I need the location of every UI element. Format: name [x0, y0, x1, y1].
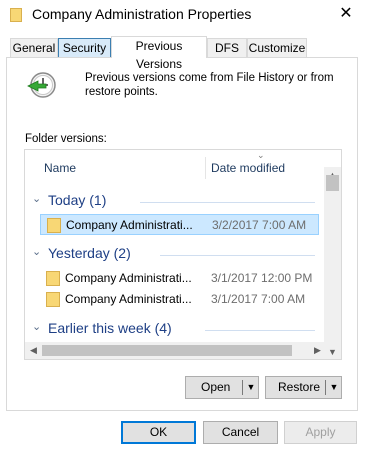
split-divider: [325, 380, 326, 395]
split-divider: [242, 380, 243, 395]
window-title: Company Administration Properties: [32, 6, 252, 22]
item-name: Company Administrati...: [65, 271, 192, 285]
dropdown-arrow-icon[interactable]: ▼: [327, 379, 341, 396]
folder-versions-label: Folder versions:: [25, 133, 107, 145]
chevron-down-icon[interactable]: ⌄: [32, 320, 41, 333]
group-divider: [160, 255, 315, 256]
scroll-thumb[interactable]: [326, 175, 339, 191]
vertical-scrollbar[interactable]: ▲ ▼: [324, 167, 341, 359]
column-header-date[interactable]: Date modified: [211, 150, 285, 184]
tab-general[interactable]: General: [10, 38, 58, 57]
description-text: Previous versions come from File History…: [85, 72, 334, 98]
folder-icon: [47, 218, 61, 233]
item-name: Company Administrati...: [65, 292, 192, 306]
tab-customize[interactable]: Customize: [247, 38, 307, 57]
list-item[interactable]: Company Administrati... 3/2/2017 7:00 AM: [40, 214, 319, 235]
list-item[interactable]: Company Administrati... 3/1/2017 12:00 P…: [40, 268, 319, 289]
cancel-button[interactable]: Cancel: [203, 421, 278, 444]
title-bar: Company Administration Properties ✕: [0, 0, 365, 30]
chevron-down-icon[interactable]: ⌄: [32, 192, 41, 205]
tab-dfs[interactable]: DFS: [207, 38, 247, 57]
scroll-left-icon[interactable]: ◀: [25, 342, 42, 359]
group-header-yesterday[interactable]: Yesterday (2): [48, 245, 131, 261]
tab-strip: General Security Previous Versions DFS C…: [0, 36, 365, 71]
folder-icon: [10, 8, 22, 22]
close-button[interactable]: ✕: [335, 4, 357, 24]
open-button-label: Open: [201, 380, 231, 394]
restore-button[interactable]: Restore ▼: [265, 376, 342, 399]
apply-button[interactable]: Apply: [284, 421, 357, 444]
folder-icon: [46, 292, 60, 307]
group-divider: [140, 202, 315, 203]
scroll-right-icon[interactable]: ▶: [309, 342, 326, 359]
list-item[interactable]: Company Administrati... 3/1/2017 7:00 AM: [40, 289, 319, 310]
item-date: 3/2/2017 7:00 AM: [212, 218, 307, 232]
column-divider: [205, 157, 206, 179]
group-header-earlier-this-week[interactable]: Earlier this week (4): [48, 320, 172, 336]
group-divider: [205, 330, 315, 331]
tab-previous-versions[interactable]: Previous Versions: [111, 36, 207, 71]
item-date: 3/1/2017 12:00 PM: [211, 271, 313, 285]
ok-button[interactable]: OK: [121, 421, 196, 444]
chevron-down-icon[interactable]: ⌄: [32, 245, 41, 258]
item-date: 3/1/2017 7:00 AM: [211, 292, 306, 306]
dropdown-arrow-icon[interactable]: ▼: [244, 379, 258, 396]
folder-icon: [46, 271, 60, 286]
horizontal-scrollbar[interactable]: ◀ ▶: [25, 342, 326, 359]
column-header-name[interactable]: Name: [44, 150, 76, 184]
item-name: Company Administrati...: [66, 218, 193, 232]
scroll-down-icon[interactable]: ▼: [324, 344, 341, 359]
scroll-thumb[interactable]: [42, 345, 292, 356]
tab-security[interactable]: Security: [58, 38, 111, 57]
restore-button-label: Restore: [278, 380, 321, 394]
open-button[interactable]: Open ▼: [185, 376, 259, 399]
group-header-today[interactable]: Today (1): [48, 192, 106, 208]
clock-restore-icon: [27, 72, 56, 98]
versions-list[interactable]: Name ⌄ Date modified ⌄ Today (1) Company…: [24, 149, 342, 360]
